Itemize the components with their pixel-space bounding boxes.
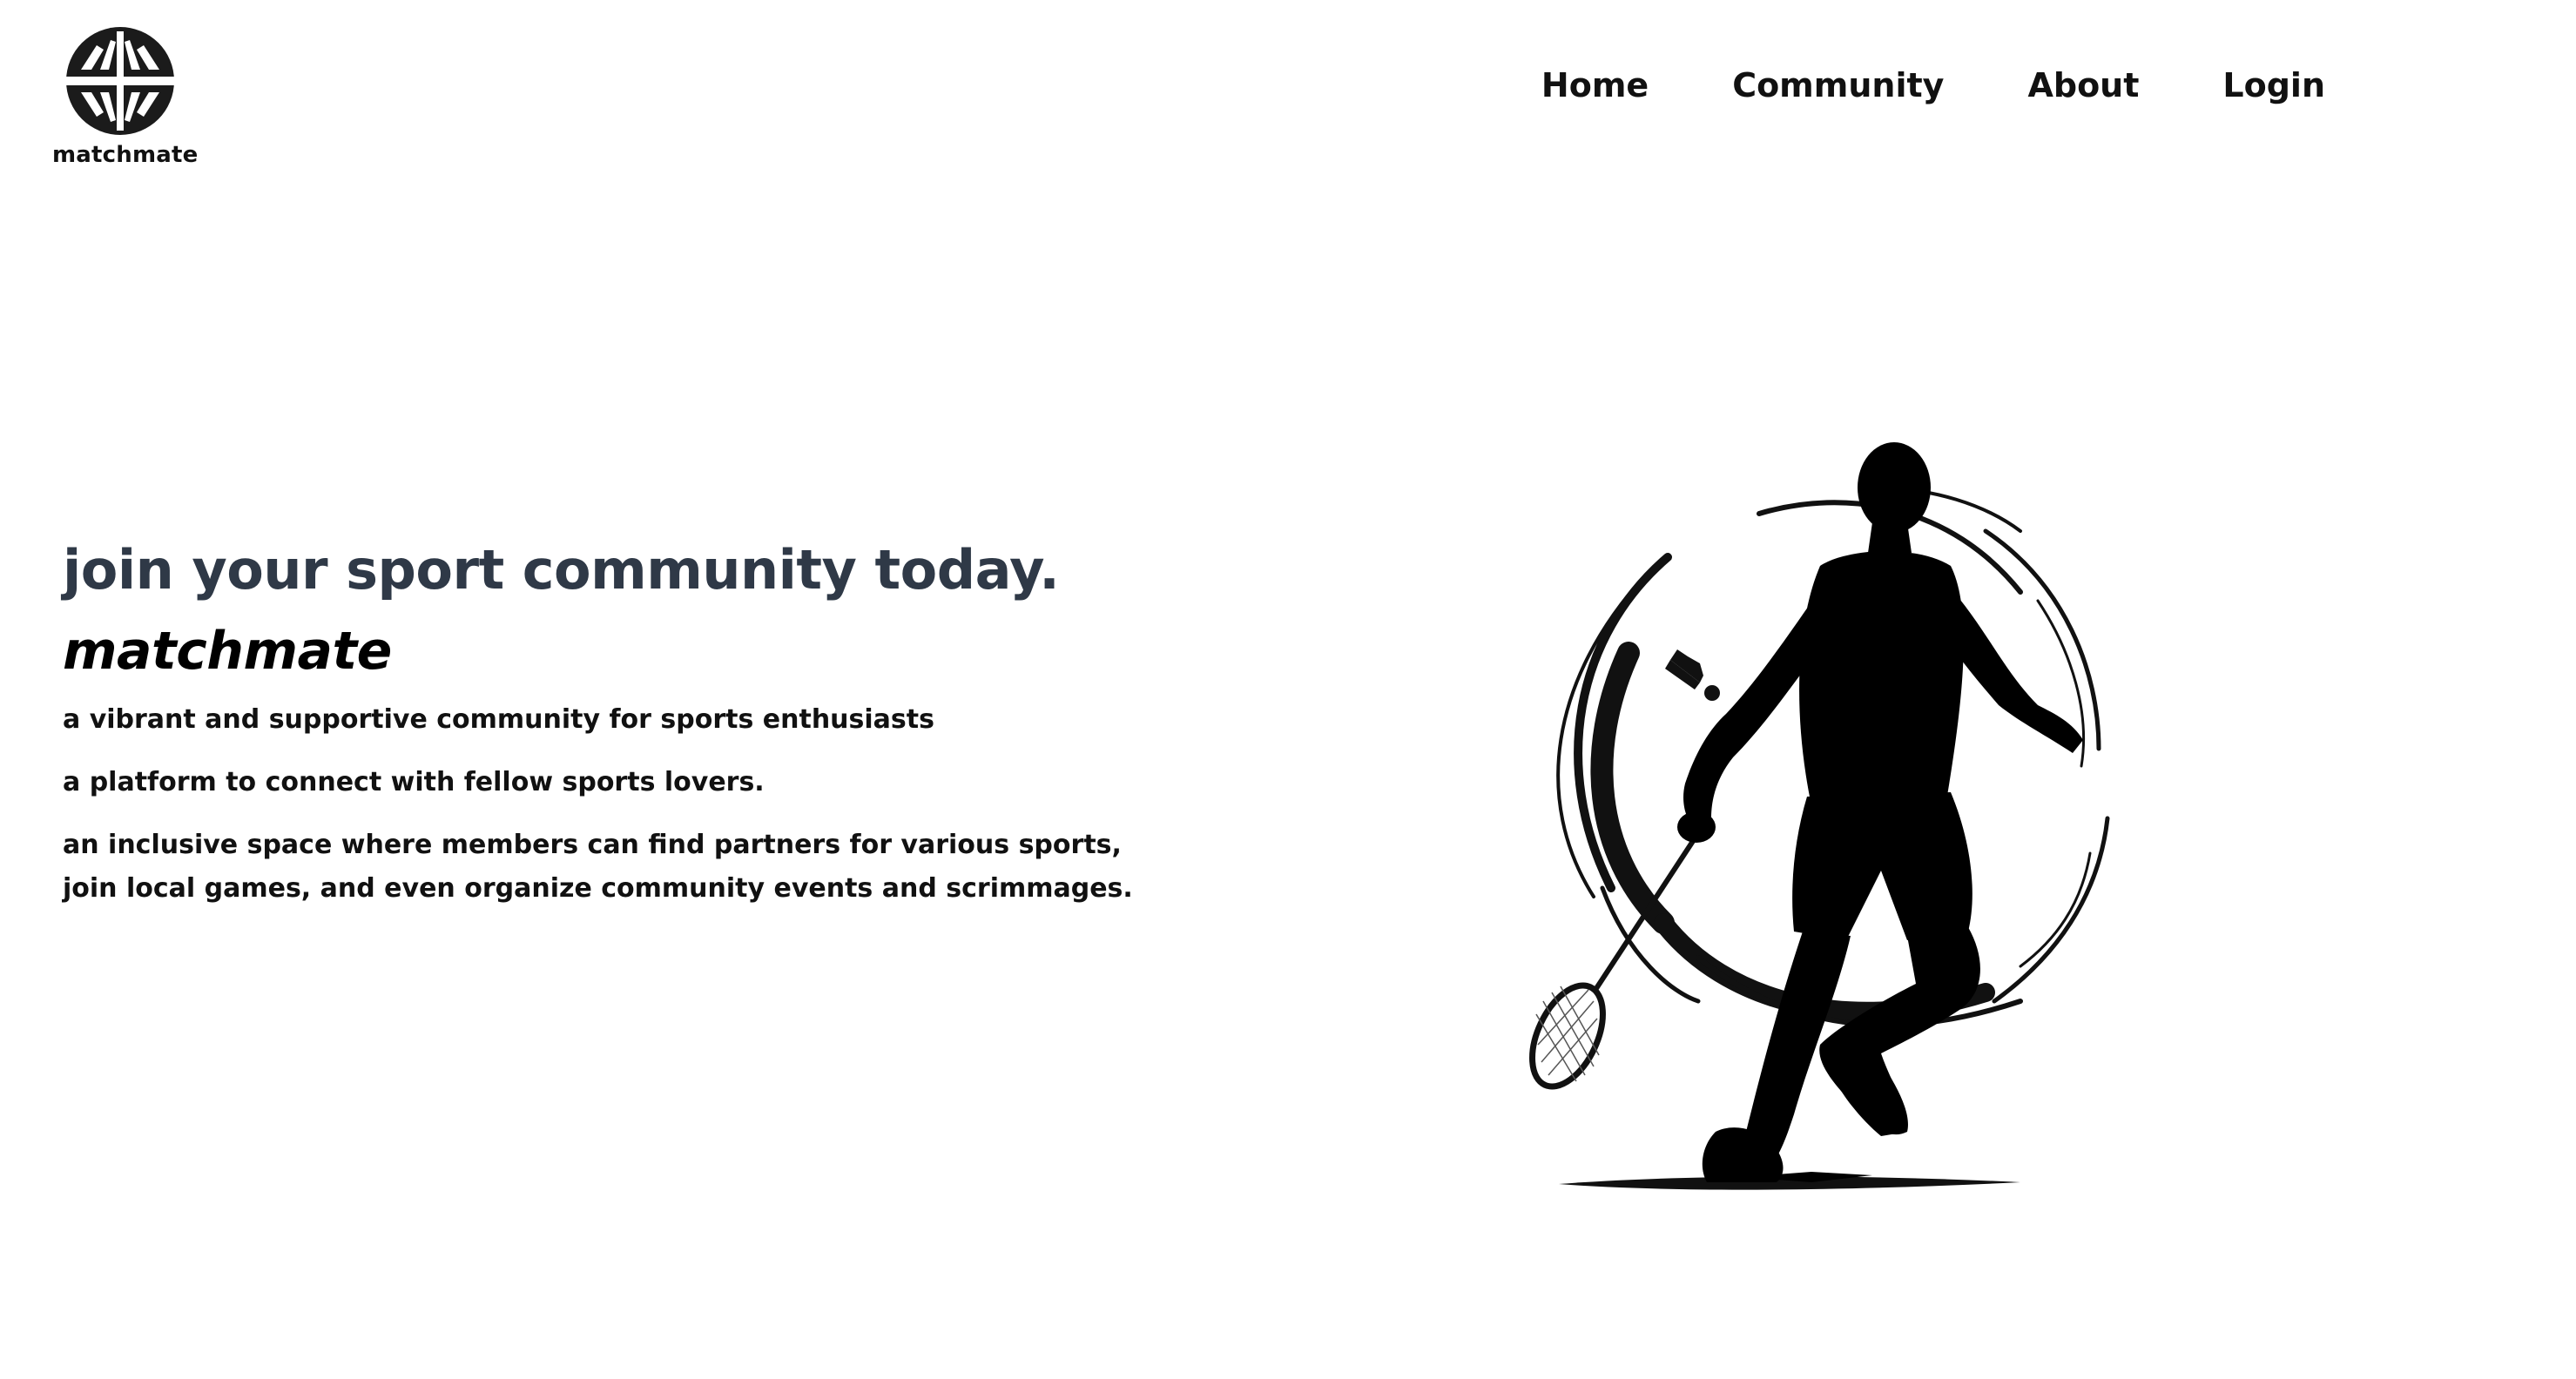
nav-about[interactable]: About <box>2027 66 2139 104</box>
hero-section: join your sport community today. matchma… <box>63 531 1151 930</box>
hero-headline: join your sport community today. <box>63 538 1060 602</box>
logo-text: matchmate <box>52 142 199 168</box>
hero-paragraph-2: a platform to connect with fellow sports… <box>63 767 765 797</box>
shuttlecock-icon <box>1665 649 1720 701</box>
main-nav: Home Community About Login <box>1541 66 2325 104</box>
logo[interactable]: matchmate <box>52 26 199 174</box>
logo-icon <box>65 27 175 135</box>
hero-paragraph-1: a vibrant and supportive community for s… <box>63 704 934 735</box>
nav-login[interactable]: Login <box>2222 66 2325 104</box>
badminton-player-illustration <box>1529 442 2110 1190</box>
nav-community[interactable]: Community <box>1732 66 1944 104</box>
nav-home[interactable]: Home <box>1541 66 1649 104</box>
hero-brand: matchmate <box>63 621 392 682</box>
site-header: matchmate Home Community About Login <box>0 0 2576 192</box>
player-silhouette <box>1677 442 2083 1182</box>
hero-paragraph-3: an inclusive space where members can fin… <box>63 830 1133 904</box>
